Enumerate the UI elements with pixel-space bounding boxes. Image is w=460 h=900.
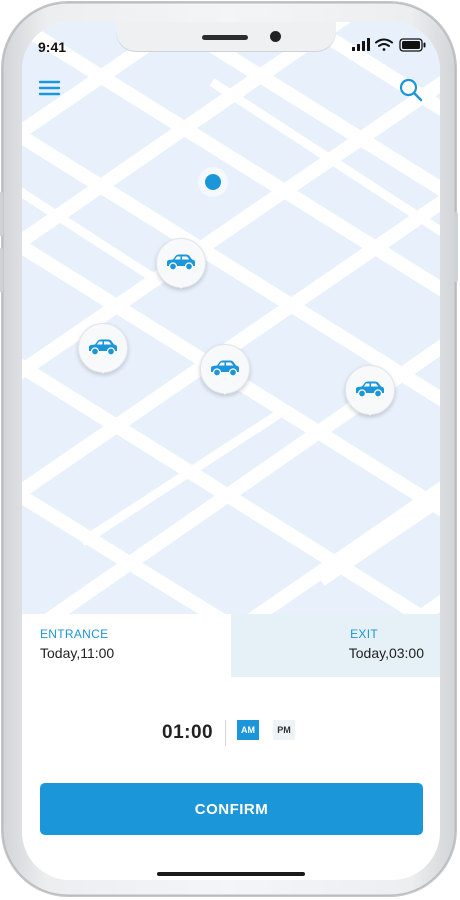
car-icon [89,339,117,356]
pin-tail [175,280,187,289]
exit-section[interactable]: EXIT Today,03:00 [231,614,440,677]
signal-icon [352,38,370,51]
time-picker: 01:00 AM PM [22,712,440,752]
map-roads [22,22,440,614]
phone-frame: 9:41 ENTRANCE Today,11:00 EXIT Today,03:… [0,2,458,896]
car-icon [356,381,384,398]
picker-divider [225,720,226,746]
car-icon [211,360,239,377]
parking-spot-3[interactable] [200,344,250,404]
exit-label: EXIT [350,627,378,641]
map-view[interactable]: 9:41 [22,22,440,614]
menu-icon [38,80,61,96]
entrance-time: Today,11:00 [40,645,115,661]
battery-icon [399,38,426,52]
entrance-section[interactable]: ENTRANCE Today,11:00 [22,614,231,677]
power-button [454,212,458,282]
confirm-button[interactable]: CONFIRM [40,783,423,835]
picker-time-value[interactable]: 01:00 [162,722,213,744]
search-button[interactable] [398,77,424,103]
parking-spot-2[interactable] [78,323,128,383]
parking-spot-1[interactable] [156,238,206,298]
front-camera [270,31,281,42]
volume-down-button [0,248,3,292]
pin-tail [364,407,376,416]
status-time: 9:41 [38,39,67,55]
volume-up-button [0,192,3,236]
app-screen: 9:41 ENTRANCE Today,11:00 EXIT Today,03:… [22,22,440,880]
parking-spot-4[interactable] [345,365,395,425]
car-icon [167,254,195,271]
current-location-icon [198,167,228,197]
exit-time: Today,03:00 [348,645,424,661]
search-icon [399,78,423,102]
wifi-icon [375,38,393,51]
pin-tail [219,386,231,395]
home-indicator[interactable] [157,872,305,876]
pm-toggle[interactable]: PM [273,720,295,740]
status-icons [352,38,428,52]
am-toggle[interactable]: AM [237,720,259,740]
menu-button[interactable] [38,78,62,98]
phone-notch [116,22,336,52]
entrance-exit-panel: ENTRANCE Today,11:00 EXIT Today,03:00 [22,614,440,677]
entrance-label: ENTRANCE [40,627,109,641]
speaker-grille [202,35,248,40]
pin-tail [97,365,109,374]
